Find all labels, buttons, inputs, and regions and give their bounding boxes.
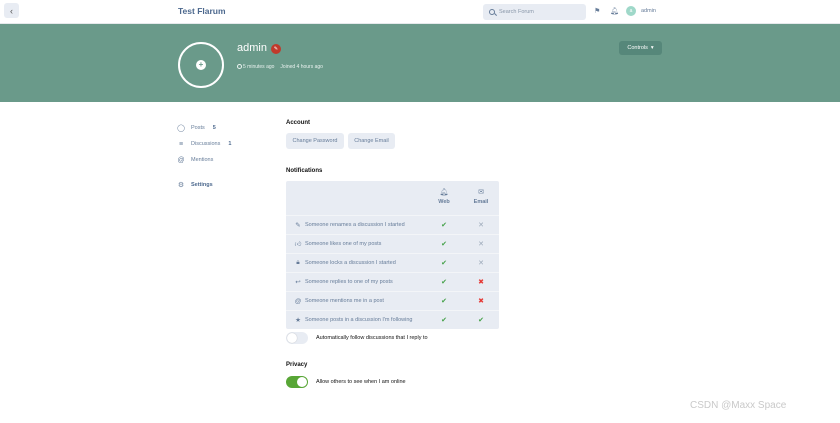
watermark: CSDN @Maxx Space — [690, 400, 787, 411]
change-password-button[interactable]: Change Password — [286, 133, 344, 149]
comment-icon: ◯ — [177, 125, 185, 132]
at-icon: @ — [177, 156, 185, 164]
joined-date: Joined 4 hours ago — [280, 64, 323, 70]
follow-after-reply-toggle[interactable] — [286, 332, 308, 344]
user-hero: + admin ✎ 5 minutes ago Joined 4 hours a… — [0, 24, 840, 102]
user-menu-name[interactable]: admin — [641, 8, 656, 14]
discloses-online-toggle[interactable] — [286, 376, 308, 388]
thumbs-up-icon: 👍︎ — [294, 241, 302, 248]
search-icon — [489, 9, 495, 15]
web-toggle[interactable]: ✔ — [433, 278, 455, 286]
follow-after-reply-label: Automatically follow discussions that I … — [316, 335, 428, 341]
email-toggle[interactable]: ✕ — [470, 221, 492, 229]
email-toggle[interactable]: ✕ — [470, 259, 492, 267]
user-avatar[interactable]: a — [626, 6, 636, 16]
sidebar-item-discussions[interactable]: ≡ Discussions 1 — [177, 136, 231, 152]
web-toggle[interactable]: ✔ — [433, 297, 455, 305]
email-toggle[interactable]: ✖ — [470, 297, 492, 305]
envelope-icon: ✉ — [478, 189, 484, 196]
web-column-header[interactable]: 🔔︎ Web — [433, 188, 455, 205]
profile-avatar[interactable]: + — [178, 42, 224, 88]
list-icon: ≡ — [178, 140, 184, 148]
search-box[interactable] — [483, 4, 586, 20]
web-toggle[interactable]: ✔ — [433, 316, 455, 324]
gear-icon: ⚙ — [177, 182, 185, 189]
plus-icon: + — [196, 60, 206, 70]
at-icon: @ — [294, 297, 302, 305]
account-heading: Account — [286, 120, 310, 126]
email-column-header[interactable]: ✉ Email — [470, 188, 492, 205]
pencil-icon: ✎ — [295, 222, 301, 229]
email-toggle[interactable]: ✕ — [470, 240, 492, 248]
email-toggle[interactable]: ✔ — [470, 316, 492, 324]
forum-title[interactable]: Test Flarum — [178, 6, 226, 16]
table-row: @ Someone mentions me in a post ✔ ✖ — [286, 291, 499, 310]
notifications-heading: Notifications — [286, 168, 323, 174]
change-email-button[interactable]: Change Email — [348, 133, 395, 149]
sidebar-item-posts[interactable]: ◯ Posts 5 — [177, 120, 231, 136]
notification-grid-header: 🔔︎ Web ✉ Email — [286, 181, 499, 215]
profile-meta: 5 minutes ago Joined 4 hours ago — [237, 64, 323, 70]
lock-icon: 🔒︎ — [296, 259, 300, 266]
discloses-online-label: Allow others to see when I am online — [316, 379, 406, 385]
controls-button[interactable]: Controls ▾ — [619, 41, 662, 55]
back-button[interactable]: ‹ — [4, 3, 19, 18]
chevron-left-icon: ‹ — [10, 5, 13, 16]
web-toggle[interactable]: ✔ — [433, 259, 455, 267]
toggle-knob — [287, 333, 297, 343]
flag-icon[interactable]: ⚑ — [594, 7, 600, 15]
search-input[interactable] — [499, 9, 579, 15]
web-toggle[interactable]: ✔ — [433, 240, 455, 248]
reply-icon: ↩ — [295, 279, 301, 286]
sidebar-item-mentions[interactable]: @ Mentions — [177, 152, 231, 168]
table-row: ★ Someone posts in a discussion I'm follo… — [286, 310, 499, 329]
privacy-heading: Privacy — [286, 362, 308, 368]
caret-down-icon: ▾ — [650, 45, 654, 51]
table-row: 🔒︎ Someone locks a discussion I started ✔… — [286, 253, 499, 272]
table-row: 👍︎ Someone likes one of my posts ✔ ✕ — [286, 234, 499, 253]
bell-icon: 🔔︎ — [439, 189, 449, 196]
notification-grid: 🔔︎ Web ✉ Email ✎ Someone renames a discussi… — [286, 181, 499, 329]
toggle-knob — [297, 377, 307, 387]
email-toggle[interactable]: ✖ — [470, 278, 492, 286]
profile-sidebar: ◯ Posts 5 ≡ Discussions 1 @ Mentions ⚙ Set… — [177, 120, 231, 193]
profile-username: admin — [237, 42, 267, 54]
table-row: ✎ Someone renames a discussion I started … — [286, 215, 499, 234]
sidebar-item-settings[interactable]: ⚙ Settings — [177, 177, 231, 193]
clock-icon — [237, 64, 242, 70]
web-toggle[interactable]: ✔ — [433, 221, 455, 229]
admin-badge-icon: ✎ — [271, 44, 281, 54]
table-row: ↩ Someone replies to one of my posts ✔ ✖ — [286, 272, 499, 291]
top-header: ‹ Test Flarum ⚑ 🔔︎ a admin — [0, 0, 840, 24]
bell-icon[interactable]: 🔔︎ — [610, 7, 619, 15]
last-seen: 5 minutes ago — [237, 64, 274, 70]
star-icon: ★ — [295, 317, 301, 324]
